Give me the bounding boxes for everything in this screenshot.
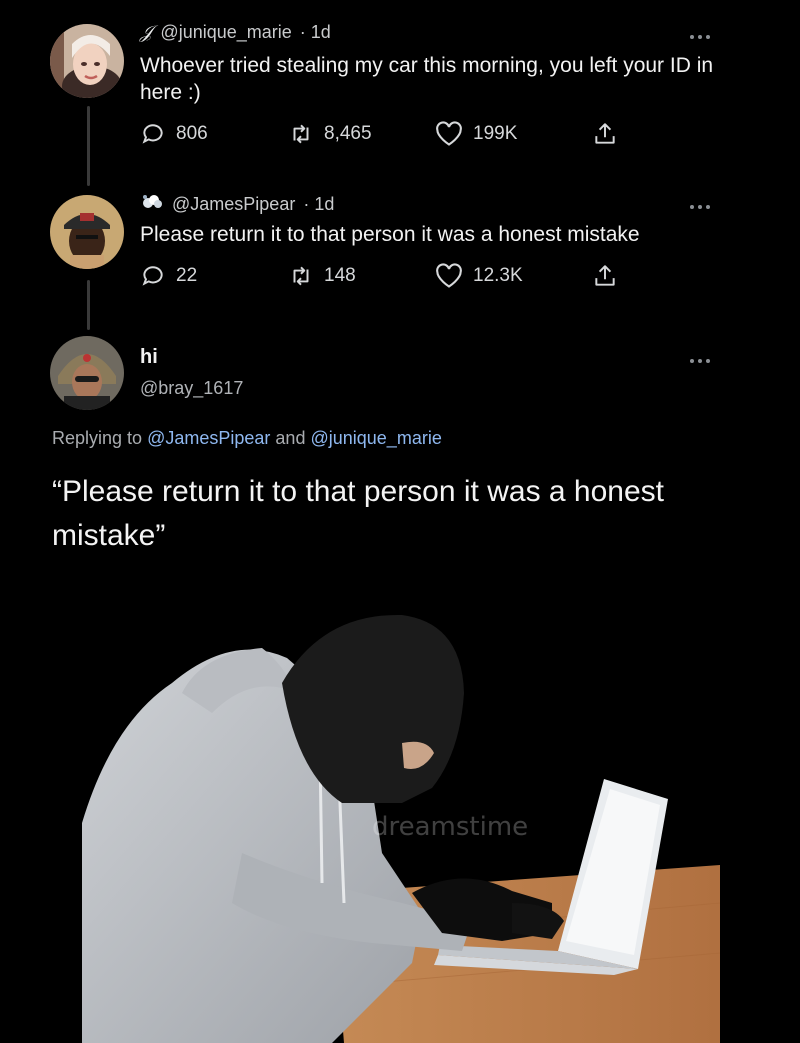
tweet-text: Whoever tried stealing my car this morni… [140, 54, 714, 104]
thread-line [87, 106, 90, 186]
reply-button[interactable]: 806 [140, 121, 208, 147]
tweet-text: Please return it to that person it was a… [140, 223, 640, 246]
heart-icon [436, 121, 462, 146]
like-count: 12.3K [473, 265, 523, 286]
display-name[interactable]: 𝒥 [140, 22, 152, 43]
tweet-actions: 22 148 12.3K [140, 263, 660, 293]
retweet-icon [293, 266, 309, 286]
avatar[interactable] [50, 336, 124, 410]
retweet-count: 8,465 [324, 123, 372, 144]
more-icon[interactable] [690, 32, 718, 42]
tweet-header: 𝒥 @junique_marie · 1d [140, 22, 331, 43]
reply-button[interactable]: 22 [140, 263, 197, 289]
avatar[interactable] [50, 195, 124, 269]
more-icon[interactable] [690, 356, 718, 366]
reply-count: 806 [176, 123, 208, 144]
mention-link[interactable]: @JamesPipear [147, 428, 270, 448]
tweet-image[interactable]: dreamstime [82, 603, 720, 1043]
reply-icon [142, 266, 163, 286]
tweet-actions: 806 8,465 199K [140, 121, 660, 151]
share-icon [595, 123, 615, 144]
user-handle[interactable]: @junique_marie [160, 22, 291, 43]
retweet-count: 148 [324, 265, 356, 286]
reply-icon [142, 124, 163, 144]
thread-line [87, 280, 90, 330]
reply-count: 22 [176, 265, 198, 286]
tweet-header: @JamesPipear · 1d [140, 192, 334, 217]
retweet-button[interactable]: 148 [288, 263, 356, 289]
like-count: 199K [473, 123, 518, 144]
replying-prefix: Replying to [52, 428, 143, 448]
share-icon [595, 265, 615, 286]
timestamp[interactable]: · 1d [300, 22, 331, 43]
avatar[interactable] [50, 24, 124, 98]
timestamp[interactable]: · 1d [303, 194, 334, 215]
mention-link[interactable]: @junique_marie [310, 428, 441, 448]
heart-icon [436, 263, 462, 288]
user-handle[interactable]: @JamesPipear [172, 194, 295, 215]
and-text: and [275, 428, 306, 448]
replying-to: Replying to @JamesPipear and @junique_ma… [52, 428, 442, 449]
tweet-text: “Please return it to that person it was … [52, 475, 664, 552]
more-icon[interactable] [690, 202, 718, 212]
display-name[interactable]: hi [140, 346, 158, 369]
retweet-button[interactable]: 8,465 [288, 121, 372, 147]
cloud-icon[interactable] [140, 192, 164, 217]
share-button[interactable] [592, 121, 618, 147]
user-handle[interactable]: @bray_1617 [140, 378, 243, 399]
watermark: dreamstime [372, 812, 528, 842]
like-button[interactable]: 12.3K [435, 263, 523, 289]
like-button[interactable]: 199K [435, 121, 517, 147]
share-button[interactable] [592, 263, 618, 289]
retweet-icon [293, 124, 309, 144]
